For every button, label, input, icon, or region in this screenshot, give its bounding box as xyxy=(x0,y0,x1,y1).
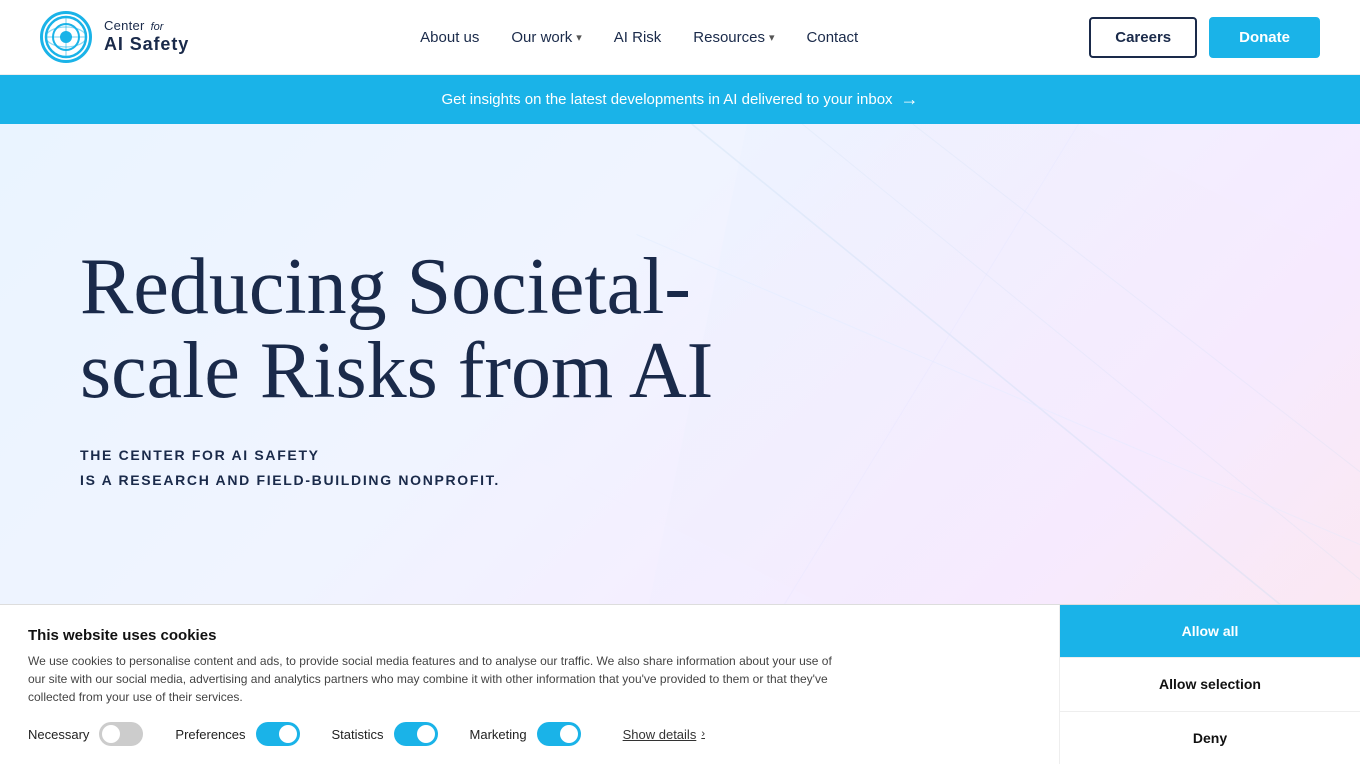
logo-text: Center for AI Safety xyxy=(104,18,189,56)
toggle-statistics: Statistics xyxy=(332,722,438,746)
chevron-down-icon-2: ▾ xyxy=(769,31,775,44)
toggle-necessary-switch[interactable] xyxy=(99,722,143,746)
navbar: Center for AI Safety About us Our work ▾… xyxy=(0,0,1360,75)
announcement-bar[interactable]: Get insights on the latest developments … xyxy=(0,75,1360,124)
toggle-preferences-label: Preferences xyxy=(175,727,245,742)
nav-about[interactable]: About us xyxy=(420,29,479,46)
logo[interactable]: Center for AI Safety xyxy=(40,11,189,63)
toggle-statistics-switch[interactable] xyxy=(394,722,438,746)
hero-section: Reducing Societal-scale Risks from AI TH… xyxy=(0,124,1360,614)
cookie-banner: This website uses cookies We use cookies… xyxy=(0,604,1360,764)
logo-ai-safety: AI Safety xyxy=(104,34,189,56)
hero-content: Reducing Societal-scale Risks from AI TH… xyxy=(80,245,780,493)
nav-ai-risk[interactable]: AI Risk xyxy=(614,29,662,46)
cookie-right-panel: Allow all Allow selection Deny xyxy=(1060,605,1360,764)
hero-title: Reducing Societal-scale Risks from AI xyxy=(80,245,780,413)
deny-button[interactable]: Deny xyxy=(1060,712,1360,764)
show-details-text: Show details xyxy=(623,727,697,742)
toggle-marketing: Marketing xyxy=(470,722,581,746)
allow-all-button[interactable]: Allow all xyxy=(1060,605,1360,657)
toggle-marketing-label: Marketing xyxy=(470,727,527,742)
nav-actions: Careers Donate xyxy=(1089,17,1320,58)
cookie-left-panel: This website uses cookies We use cookies… xyxy=(0,605,1060,764)
logo-for: for xyxy=(151,21,164,34)
careers-button[interactable]: Careers xyxy=(1089,17,1197,58)
toggle-preferences-switch[interactable] xyxy=(256,722,300,746)
cookie-title: This website uses cookies xyxy=(28,627,1031,644)
hero-subtitle: THE CENTER FOR AI SAFETY IS A RESEARCH A… xyxy=(80,443,780,493)
hero-subtitle-line1: THE CENTER FOR AI SAFETY xyxy=(80,443,780,468)
toggle-necessary-label: Necessary xyxy=(28,727,89,742)
allow-selection-button[interactable]: Allow selection xyxy=(1060,657,1360,711)
arrow-icon: → xyxy=(901,89,919,110)
nav-resources[interactable]: Resources ▾ xyxy=(693,29,774,46)
donate-button[interactable]: Donate xyxy=(1209,17,1320,58)
chevron-down-icon: ▾ xyxy=(576,31,582,44)
toggle-statistics-label: Statistics xyxy=(332,727,384,742)
toggle-necessary: Necessary xyxy=(28,722,143,746)
nav-links: About us Our work ▾ AI Risk Resources ▾ … xyxy=(420,29,858,46)
toggle-preferences: Preferences xyxy=(175,722,299,746)
chevron-right-icon: › xyxy=(701,728,705,740)
announcement-text: Get insights on the latest developments … xyxy=(441,91,892,108)
nav-contact[interactable]: Contact xyxy=(807,29,859,46)
cookie-text: We use cookies to personalise content an… xyxy=(28,652,848,706)
logo-center: Center xyxy=(104,18,145,34)
hero-subtitle-line2: IS A RESEARCH AND FIELD-BUILDING NONPROF… xyxy=(80,468,780,493)
logo-icon xyxy=(40,11,92,63)
show-details-link[interactable]: Show details › xyxy=(623,727,705,742)
nav-our-work[interactable]: Our work ▾ xyxy=(511,29,581,46)
cookie-toggles: Necessary Preferences Statistics Marketi… xyxy=(28,722,1031,746)
toggle-marketing-switch[interactable] xyxy=(537,722,581,746)
